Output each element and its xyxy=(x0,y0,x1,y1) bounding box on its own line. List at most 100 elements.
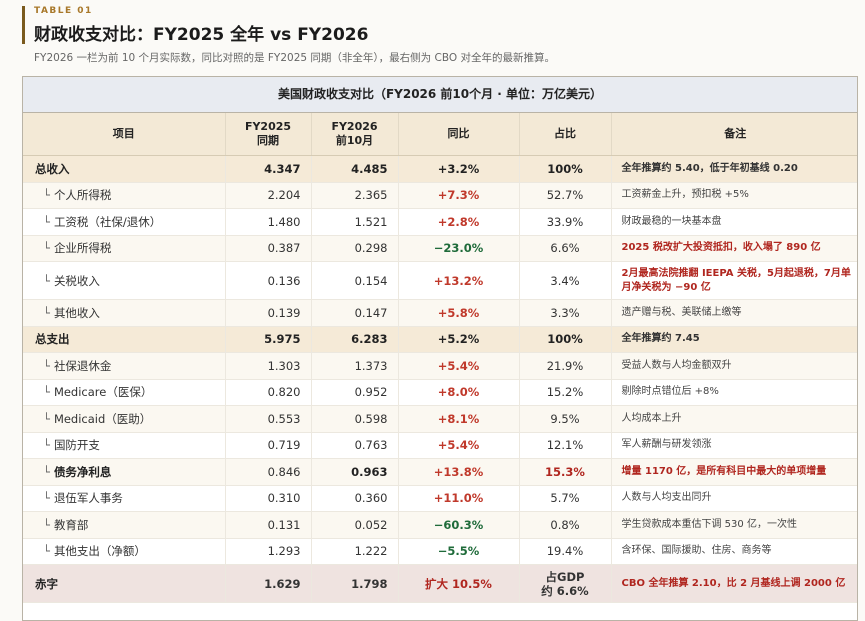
row-fy2025: 0.387 xyxy=(225,235,312,262)
row-item: 总收入 xyxy=(23,155,226,183)
row-fy2026: 1.222 xyxy=(311,538,399,565)
row-note: 受益人数与人均金额双升 xyxy=(611,352,857,380)
row-item-label: 个人所得税 xyxy=(53,188,112,203)
row-fy2026: 0.154 xyxy=(311,261,399,300)
col-header-item: 项目 xyxy=(23,113,226,156)
row-item-label: Medicaid（医助） xyxy=(53,411,152,426)
row-item: └ 教育部 xyxy=(23,511,226,539)
tree-branch-icon: └ xyxy=(43,188,50,203)
row-share: 0.8% xyxy=(519,511,612,539)
page-subtitle: FY2026 一栏为前 10 个月实际数，同比对照的是 FY2025 同期（非全… xyxy=(34,52,555,64)
row-fy2026: 1.373 xyxy=(311,352,399,380)
row-fy2025: 0.820 xyxy=(225,379,312,406)
row-note: 学生贷款成本重估下调 530 亿，一次性 xyxy=(611,511,857,539)
table-header-row: 项目 FY2025 同期 FY2026 前10月 同比 占比 备注 xyxy=(23,113,857,156)
row-yoy: +8.0% xyxy=(398,379,520,406)
row-yoy: +7.3% xyxy=(398,182,520,209)
row-fy2026: 0.598 xyxy=(311,405,399,433)
row-yoy: −23.0% xyxy=(398,235,520,262)
row-yoy: +5.2% xyxy=(398,326,520,353)
table-row: └ 其他收入 0.139 0.147 +5.8% 3.3% 遗产赠与税、美联储上缴… xyxy=(23,299,857,327)
tree-branch-icon: └ xyxy=(43,305,50,320)
table-caption: 美国财政收支对比（FY2026 前10个月 · 单位：万亿美元） xyxy=(23,77,857,113)
col-header-fy2025: FY2025 同期 xyxy=(225,113,312,156)
table-row: └ 国防开支 0.719 0.763 +5.4% 12.1% 军人薪酬与研发领涨 xyxy=(23,432,857,459)
row-note: 增量 1170 亿，是所有科目中最大的单项增量 xyxy=(611,458,857,486)
row-item: └ 关税收入 xyxy=(23,261,226,300)
row-fy2026: 0.052 xyxy=(311,511,399,539)
row-item-label: 退伍军人事务 xyxy=(53,491,123,506)
table-row: └ 工资税（社保/退休） 1.480 1.521 +2.8% 33.9% 财政最稳… xyxy=(23,208,857,236)
table-row: └ 其他支出（净额） 1.293 1.222 −5.5% 19.4% 含环保、国际… xyxy=(23,538,857,565)
row-item: 总支出 xyxy=(23,326,226,353)
tree-branch-icon: └ xyxy=(43,358,50,373)
row-share: 3.4% xyxy=(519,261,612,300)
row-share: 6.6% xyxy=(519,235,612,262)
row-share: 100% xyxy=(519,326,612,353)
table-row: └ 个人所得税 2.204 2.365 +7.3% 52.7% 工资薪金上升，预扣… xyxy=(23,182,857,209)
tree-branch-icon: └ xyxy=(43,214,50,229)
row-fy2026: 2.365 xyxy=(311,182,399,209)
row-item: └ 国防开支 xyxy=(23,432,226,459)
row-item: └ 退伍军人事务 xyxy=(23,485,226,512)
row-item: └ Medicaid（医助） xyxy=(23,405,226,433)
row-note: 遗产赠与税、美联储上缴等 xyxy=(611,299,857,327)
row-note: 全年推算约 5.40，低于年初基线 0.20 xyxy=(611,155,857,183)
table-eyebrow: TABLE 01 xyxy=(34,6,93,16)
row-item-label: 工资税（社保/退休） xyxy=(53,214,162,229)
table-row: └ 企业所得税 0.387 0.298 −23.0% 6.6% 2025 税改扩大… xyxy=(23,235,857,262)
row-fy2025: 0.139 xyxy=(225,299,312,327)
row-item-label: 社保退休金 xyxy=(53,358,112,373)
row-note: 工资薪金上升，预扣税 +5% xyxy=(611,182,857,209)
page-title: 财政收支对比：FY2025 全年 vs FY2026 xyxy=(34,25,369,45)
table-row-interest: └ 债务净利息 0.846 0.963 +13.8% 15.3% 增量 1170 … xyxy=(23,458,857,486)
row-fy2025: 1.293 xyxy=(225,538,312,565)
row-yoy: +8.1% xyxy=(398,405,520,433)
tree-branch-icon: └ xyxy=(43,544,50,559)
row-item-label: 其他支出（净额） xyxy=(53,544,146,559)
row-yoy: +13.8% xyxy=(398,458,520,486)
col-header-fy2026: FY2026 前10月 xyxy=(311,113,399,156)
row-fy2026: 1.798 xyxy=(311,564,399,603)
row-note: 人均成本上升 xyxy=(611,405,857,433)
row-item-label: 教育部 xyxy=(53,517,89,532)
table-row: └ 教育部 0.131 0.052 −60.3% 0.8% 学生贷款成本重估下调 … xyxy=(23,511,857,539)
tree-branch-icon: └ xyxy=(43,491,50,506)
row-yoy: +3.2% xyxy=(398,155,520,183)
row-item: └ 个人所得税 xyxy=(23,182,226,209)
row-note: 2025 税改扩大投资抵扣，收入塌了 890 亿 xyxy=(611,235,857,262)
row-share: 15.3% xyxy=(519,458,612,486)
row-note: 军人薪酬与研发领涨 xyxy=(611,432,857,459)
row-note: 全年推算约 7.45 xyxy=(611,326,857,353)
row-fy2025: 4.347 xyxy=(225,155,312,183)
row-yoy: −60.3% xyxy=(398,511,520,539)
row-item-label: 企业所得税 xyxy=(53,241,112,256)
accent-bar xyxy=(22,6,25,44)
row-yoy: +5.4% xyxy=(398,432,520,459)
row-fy2026: 0.763 xyxy=(311,432,399,459)
tree-branch-icon: └ xyxy=(43,517,50,532)
row-share: 12.1% xyxy=(519,432,612,459)
row-item: 赤字 xyxy=(23,564,226,603)
row-note: CBO 全年推算 2.10，比 2 月基线上调 2000 亿 xyxy=(611,564,857,603)
row-yoy: −5.5% xyxy=(398,538,520,565)
col-header-share: 占比 xyxy=(519,113,612,156)
row-fy2026: 4.485 xyxy=(311,155,399,183)
table-row: └ 社保退休金 1.303 1.373 +5.4% 21.9% 受益人数与人均金额… xyxy=(23,352,857,380)
table-row: └ Medicare（医保） 0.820 0.952 +8.0% 15.2% 剔除… xyxy=(23,379,857,406)
row-item-label: Medicare（医保） xyxy=(53,385,153,400)
row-share: 9.5% xyxy=(519,405,612,433)
table-row-total-revenue: 总收入 4.347 4.485 +3.2% 100% 全年推算约 5.40，低于… xyxy=(23,155,857,183)
table-row: └ 关税收入 0.136 0.154 +13.2% 3.4% 2月最高法院推翻 I… xyxy=(23,261,857,300)
row-note: 人数与人均支出同升 xyxy=(611,485,857,512)
row-yoy: +5.4% xyxy=(398,352,520,380)
row-item: └ 工资税（社保/退休） xyxy=(23,208,226,236)
row-note: 财政最稳的一块基本盘 xyxy=(611,208,857,236)
fiscal-table: 项目 FY2025 同期 FY2026 前10月 同比 占比 备注 总收入 4.… xyxy=(23,113,857,603)
row-share: 5.7% xyxy=(519,485,612,512)
row-share: 占GDP 约 6.6% xyxy=(519,564,612,603)
col-header-note: 备注 xyxy=(611,113,857,156)
row-fy2026: 0.298 xyxy=(311,235,399,262)
row-item-label: 债务净利息 xyxy=(53,464,112,479)
tree-branch-icon: └ xyxy=(43,241,50,256)
